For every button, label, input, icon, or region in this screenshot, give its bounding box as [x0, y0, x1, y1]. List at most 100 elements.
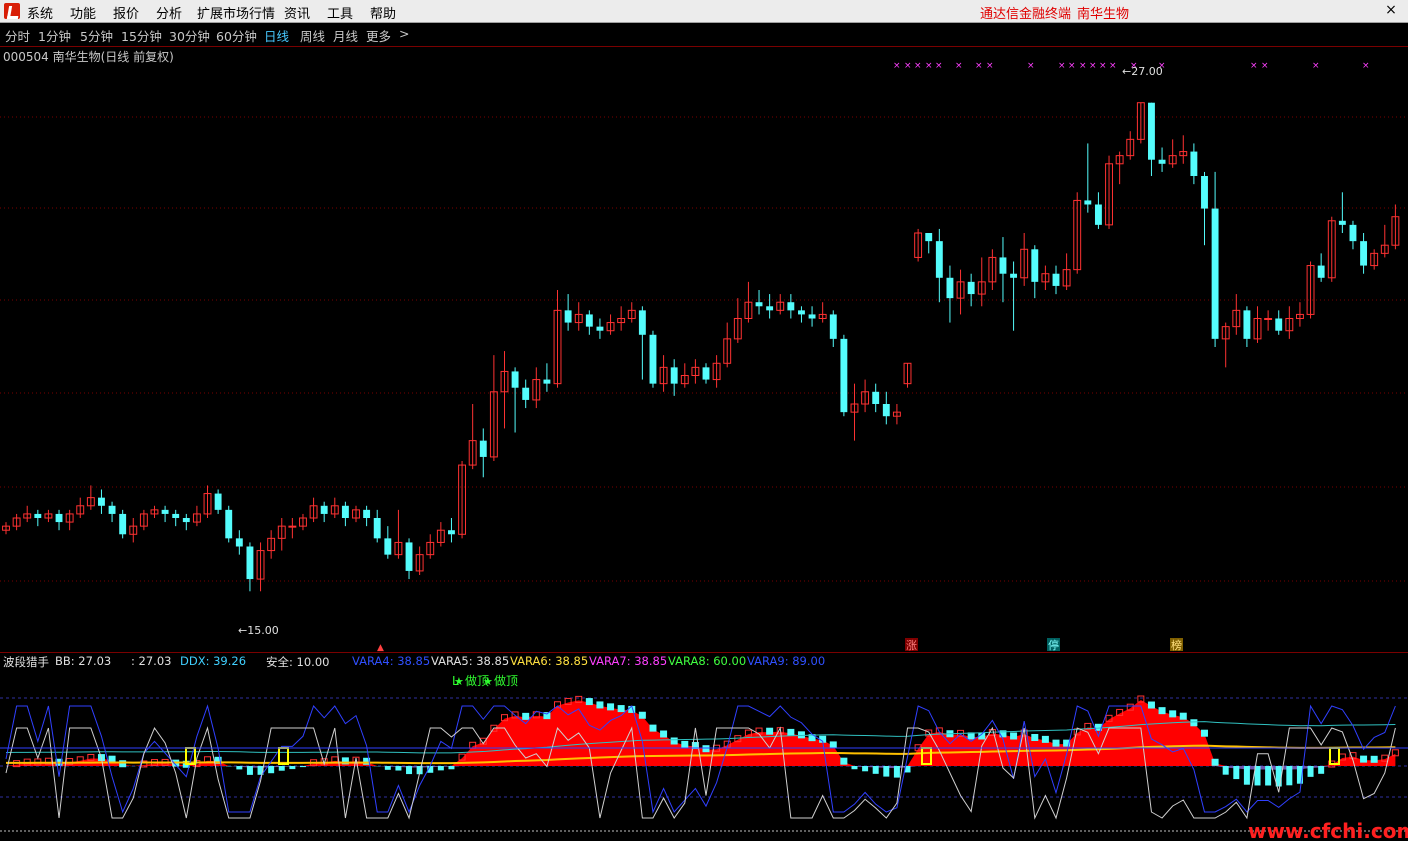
indicator-step-bar — [1286, 766, 1293, 786]
ind-bb: BB: 27.03 — [55, 654, 112, 668]
candle-body — [384, 538, 392, 555]
candle-body — [1275, 318, 1283, 331]
candle-body — [702, 367, 710, 380]
candle-body — [214, 493, 222, 510]
indicator-step-bar — [1243, 766, 1250, 785]
indicator-step-bar — [851, 766, 858, 770]
ind-vara7: VARA7: 38.85 — [589, 654, 668, 668]
candle-body — [1148, 102, 1155, 160]
candle-body — [766, 306, 774, 311]
star-icon-2: ★ — [483, 675, 493, 688]
ind-vara8: VARA8: 60.00 — [668, 654, 747, 668]
x-mark-icon: × — [914, 61, 922, 71]
candle-body — [999, 257, 1007, 274]
candle-body — [341, 505, 349, 518]
candle-body — [1094, 204, 1102, 225]
x-mark-icon: × — [1079, 61, 1087, 71]
ind-vara5: VARA5: 38.85 — [431, 654, 510, 668]
indicator-step-bar — [840, 757, 848, 765]
candle-body — [1201, 176, 1208, 209]
indicator-step-bar — [607, 703, 615, 711]
indicator-step-bar — [1052, 739, 1060, 747]
candle-body — [1031, 249, 1039, 282]
indicator-step-bar — [1233, 766, 1240, 780]
indicator-step-bar — [702, 745, 710, 753]
candle-body — [1190, 151, 1198, 176]
indicator-step-bar — [883, 766, 890, 777]
candle-body — [925, 233, 933, 242]
candle-body — [967, 281, 975, 295]
candlesticks — [2, 102, 1400, 592]
indicator-step-bar — [967, 732, 975, 740]
indicator-step-bar — [1041, 735, 1049, 743]
indicator-step-bar — [681, 740, 689, 748]
indicator-step-bar — [787, 728, 795, 736]
x-mark-icon: × — [1089, 61, 1097, 71]
candle-body — [511, 371, 519, 388]
indicator-step-bar — [596, 701, 604, 709]
candle-body — [798, 310, 805, 315]
indicator-purple-area — [6, 766, 1396, 770]
candle-body — [161, 509, 169, 514]
candle-body — [1349, 224, 1357, 242]
indicator-step-bar — [108, 755, 116, 763]
indicator-step-bar — [1179, 712, 1187, 720]
candle-body — [1052, 273, 1060, 286]
price-chart[interactable]: × × × × × × × × × × × × × × × × × × × × × ←27.00 ←15.00 ▲ 涨 … — [0, 0, 1408, 841]
candle-body — [55, 513, 63, 523]
indicator-step-bar — [617, 705, 625, 713]
indicator-step-bar — [829, 741, 837, 749]
high-price-label: ←27.00 — [1122, 65, 1163, 78]
candle-body — [543, 379, 551, 384]
candle-body — [755, 302, 763, 307]
candle-body — [522, 387, 530, 400]
x-mark-icon: × — [1109, 61, 1117, 71]
indicator-top-border — [0, 652, 1408, 653]
indicator-step-bar — [522, 712, 530, 720]
indicator-step-bar — [1169, 710, 1177, 718]
candle-body — [585, 314, 593, 327]
candle-body — [172, 513, 180, 518]
indicator-step-bar — [660, 730, 668, 738]
candle-body — [405, 542, 413, 571]
indicator-step-bar — [766, 727, 774, 735]
indicator-step-bar — [893, 766, 900, 778]
candle-body — [829, 314, 837, 339]
indicator-step-bar — [1147, 701, 1155, 709]
indicator-step-bar — [1222, 766, 1229, 775]
indicator-step-bar — [1265, 766, 1272, 786]
indicator-step-bar — [649, 724, 657, 732]
indicator-step-bar — [1190, 719, 1198, 727]
x-mark-icon: × — [1250, 61, 1258, 71]
candle-body — [670, 367, 678, 384]
candle-body — [320, 505, 328, 514]
x-mark-icon: × — [1068, 61, 1076, 71]
indicator-step-bar — [395, 766, 402, 771]
candle-body — [840, 338, 848, 413]
indicator-step-bar — [406, 766, 413, 775]
ind-safe: 安全: 10.00 — [266, 655, 330, 669]
candle-body — [448, 530, 455, 535]
candle-body — [246, 546, 254, 580]
x-mark-icon: × — [955, 61, 963, 71]
candle-body — [1317, 265, 1325, 278]
indicator-step-bar — [299, 766, 306, 768]
indicator-step-bar — [862, 766, 869, 772]
indicator-step-bar — [670, 737, 678, 745]
indicator-step-bar — [1307, 766, 1314, 777]
ind-blank: : 27.03 — [131, 654, 172, 668]
x-mark-icon: × — [935, 61, 943, 71]
indicator-step-bar — [1318, 766, 1325, 774]
indicator-step-bar — [638, 711, 646, 719]
candle-body — [1158, 159, 1166, 164]
tag-board: 榜 — [1171, 638, 1182, 652]
candle-body — [1243, 310, 1251, 339]
candle-body — [1360, 241, 1368, 266]
indicator-name: 波段猎手 — [3, 655, 49, 669]
indicator-step-bar — [236, 766, 243, 770]
candle-body — [479, 440, 487, 457]
x-mark-icon: × — [893, 61, 901, 71]
candle-body — [34, 513, 42, 518]
indicator-step-bar — [384, 766, 391, 770]
candle-body — [1264, 318, 1273, 320]
